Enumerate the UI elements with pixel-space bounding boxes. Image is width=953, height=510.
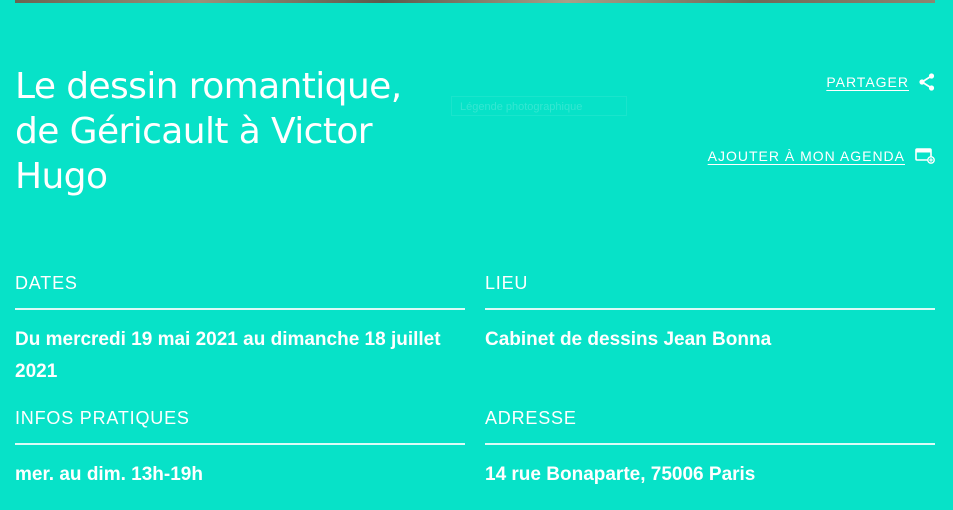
infos-pratiques-section: INFOS PRATIQUES mer. au dim. 13h-19h xyxy=(15,407,465,491)
lieu-section: LIEU Cabinet de dessins Jean Bonna xyxy=(485,272,935,356)
adresse-section: ADRESSE 14 rue Bonaparte, 75006 Paris xyxy=(485,407,935,491)
agenda-label[interactable]: AJOUTER À MON AGENDA xyxy=(708,148,905,164)
infos-pratiques-heading: INFOS PRATIQUES xyxy=(15,407,465,445)
add-to-agenda-button[interactable]: AJOUTER À MON AGENDA xyxy=(708,147,935,164)
dates-heading: DATES xyxy=(15,272,465,310)
share-icon[interactable] xyxy=(919,73,935,91)
calendar-add-icon[interactable] xyxy=(915,147,935,164)
share-label[interactable]: PARTAGER xyxy=(826,74,909,90)
share-button[interactable]: PARTAGER xyxy=(826,73,935,91)
adresse-heading: ADRESSE xyxy=(485,407,935,445)
header-image-strip xyxy=(15,0,935,3)
infos-pratiques-value: mer. au dim. 13h-19h xyxy=(15,464,203,485)
adresse-value: 14 rue Bonaparte, 75006 Paris xyxy=(485,464,756,485)
lieu-heading: LIEU xyxy=(485,272,935,310)
photo-caption-tag: Légende photographique xyxy=(451,96,627,116)
dates-value: Du mercredi 19 mai 2021 au dimanche 18 j… xyxy=(15,329,441,382)
dates-section: DATES Du mercredi 19 mai 2021 au dimanch… xyxy=(15,272,465,388)
page-title: Le dessin romantique, de Géricault à Vic… xyxy=(15,66,402,197)
lieu-value: Cabinet de dessins Jean Bonna xyxy=(485,329,772,350)
